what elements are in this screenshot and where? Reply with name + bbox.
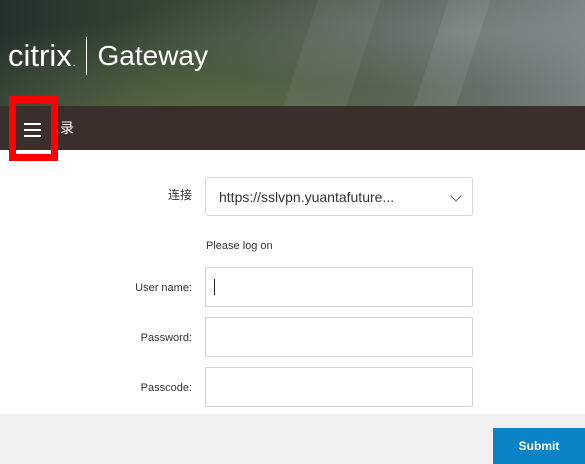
passcode-label: Passcode:	[140, 382, 192, 394]
username-field[interactable]	[205, 267, 473, 307]
banner-decoration	[276, 0, 384, 106]
nav-title: 录	[60, 121, 74, 137]
banner-decoration	[403, 0, 497, 106]
logo-company: citrix	[8, 38, 72, 73]
nav-bar	[0, 106, 585, 150]
text-cursor	[214, 279, 215, 295]
passcode-field[interactable]	[205, 367, 473, 407]
menu-line	[24, 123, 41, 125]
logo-product: Gateway	[97, 40, 209, 71]
citrix-gateway-logo: citrix . Gateway	[8, 34, 208, 78]
header-banner: citrix . Gateway	[0, 0, 585, 106]
connection-label: 连接	[167, 188, 192, 202]
logon-prompt: Please log on	[206, 240, 273, 252]
connection-value: https://sslvpn.yuantafuture...	[219, 188, 395, 205]
menu-line	[24, 135, 41, 137]
submit-button[interactable]: Submit	[493, 428, 585, 464]
menu-line	[24, 129, 41, 131]
password-label: Password:	[140, 332, 192, 344]
logo-separator	[85, 37, 87, 75]
connection-select[interactable]: https://sslvpn.yuantafuture...	[205, 177, 473, 216]
hamburger-menu-icon[interactable]	[20, 117, 45, 143]
password-field[interactable]	[205, 317, 473, 357]
logo-trademark: .	[72, 58, 76, 69]
chevron-down-icon	[450, 190, 462, 202]
username-label: User name:	[135, 282, 192, 294]
